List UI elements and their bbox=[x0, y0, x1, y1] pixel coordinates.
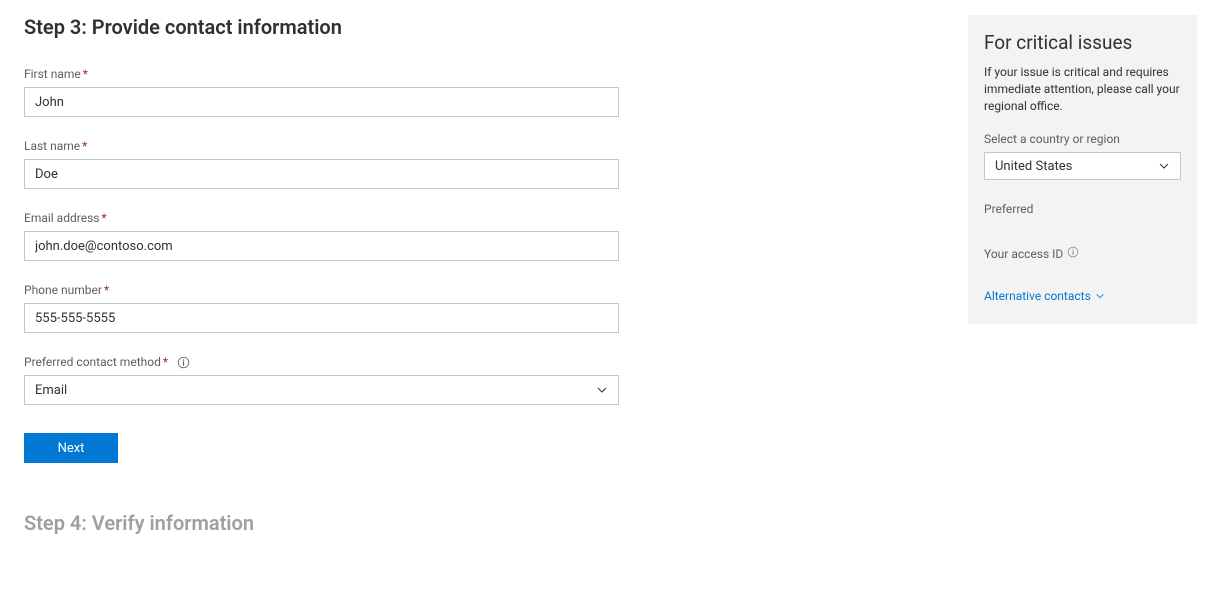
required-asterisk: * bbox=[101, 211, 106, 225]
email-field: Email address* bbox=[24, 211, 619, 261]
first-name-input[interactable] bbox=[24, 87, 619, 117]
last-name-label: Last name* bbox=[24, 139, 87, 153]
next-button[interactable]: Next bbox=[24, 433, 118, 463]
step3-heading: Step 3: Provide contact information bbox=[24, 15, 619, 39]
info-icon[interactable] bbox=[177, 356, 190, 369]
phone-field: Phone number* bbox=[24, 283, 619, 333]
panel-description: If your issue is critical and requires i… bbox=[984, 64, 1181, 114]
first-name-label: First name* bbox=[24, 67, 88, 81]
preferred-label: Preferred bbox=[984, 202, 1181, 216]
contact-method-value: Email bbox=[35, 383, 67, 398]
last-name-field: Last name* bbox=[24, 139, 619, 189]
email-label: Email address* bbox=[24, 211, 107, 225]
chevron-down-icon bbox=[1158, 160, 1170, 172]
required-asterisk: * bbox=[163, 355, 168, 369]
critical-issues-panel: For critical issues If your issue is cri… bbox=[968, 15, 1197, 324]
panel-title: For critical issues bbox=[984, 31, 1181, 54]
contact-method-label: Preferred contact method* bbox=[24, 355, 190, 369]
required-asterisk: * bbox=[82, 139, 87, 153]
country-value: United States bbox=[995, 159, 1072, 174]
alternative-contacts-label: Alternative contacts bbox=[984, 289, 1091, 303]
access-id-label: Your access ID bbox=[984, 247, 1063, 261]
last-name-input[interactable] bbox=[24, 159, 619, 189]
email-input[interactable] bbox=[24, 231, 619, 261]
access-id-row: Your access ID bbox=[984, 246, 1181, 261]
contact-form: Step 3: Provide contact information Firs… bbox=[24, 15, 619, 535]
chevron-down-icon bbox=[1095, 291, 1105, 301]
phone-label: Phone number* bbox=[24, 283, 109, 297]
info-icon[interactable] bbox=[1067, 246, 1079, 261]
required-asterisk: * bbox=[83, 67, 88, 81]
alternative-contacts-link[interactable]: Alternative contacts bbox=[984, 289, 1105, 303]
step4-heading: Step 4: Verify information bbox=[24, 511, 619, 535]
first-name-field: First name* bbox=[24, 67, 619, 117]
phone-input[interactable] bbox=[24, 303, 619, 333]
required-asterisk: * bbox=[104, 283, 109, 297]
contact-method-select[interactable]: Email bbox=[24, 375, 619, 405]
country-label: Select a country or region bbox=[984, 132, 1181, 146]
chevron-down-icon bbox=[596, 384, 608, 396]
country-select[interactable]: United States bbox=[984, 152, 1181, 180]
contact-method-field: Preferred contact method* Email bbox=[24, 355, 619, 405]
